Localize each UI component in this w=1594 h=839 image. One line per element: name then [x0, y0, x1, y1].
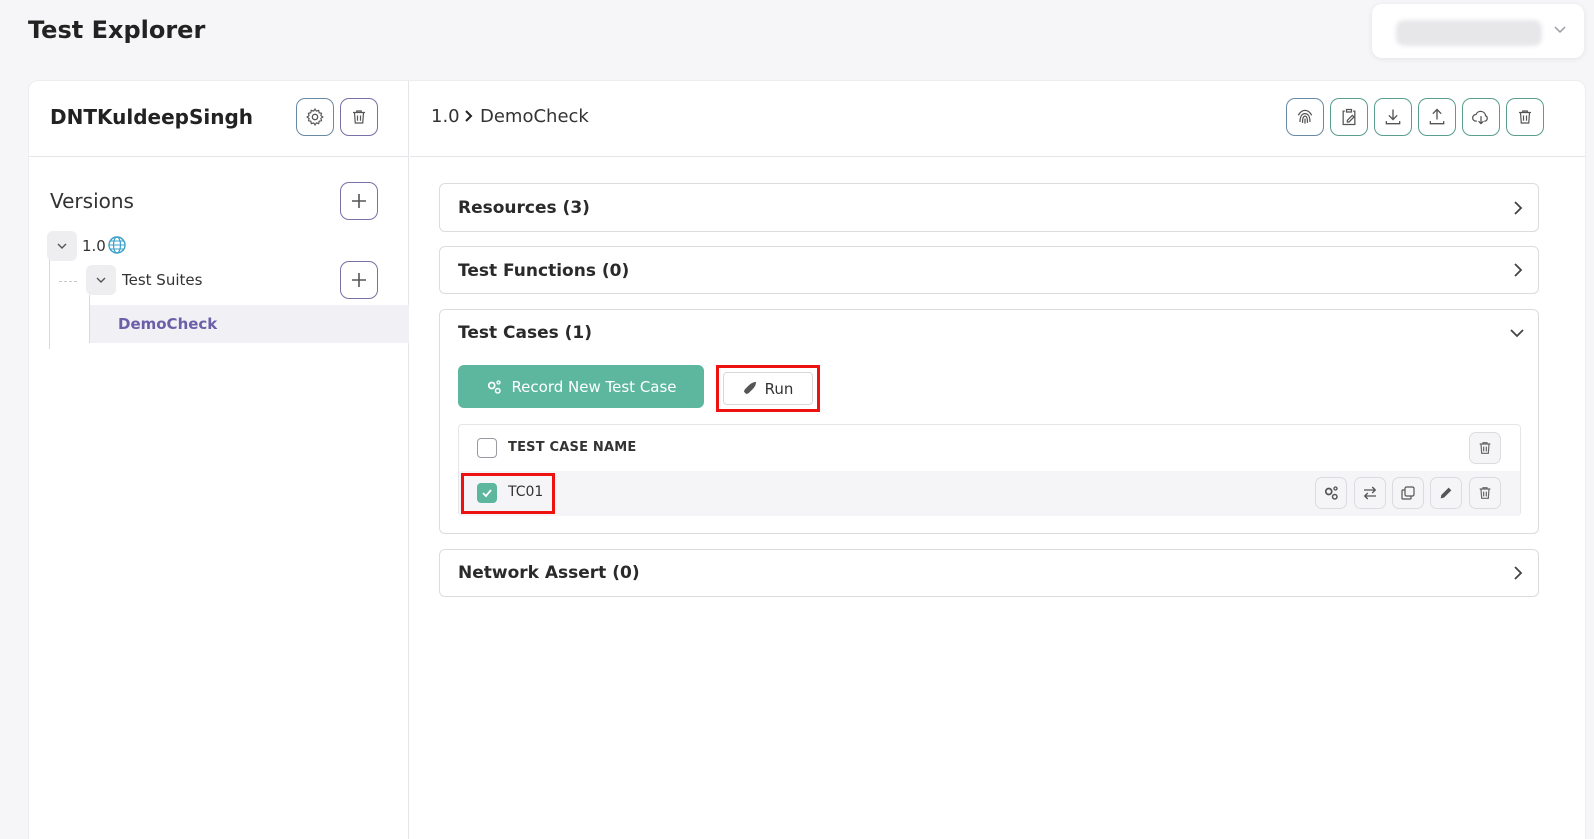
delete-test-case-button[interactable] — [1469, 477, 1501, 509]
edit-test-case-button[interactable] — [1430, 477, 1462, 509]
upload-button[interactable] — [1418, 98, 1456, 136]
cogs-icon — [1324, 486, 1338, 500]
project-header: DNTKuldeepSingh — [29, 81, 408, 157]
check-icon — [482, 489, 492, 498]
record-new-test-case-button[interactable]: Record New Test Case — [458, 365, 704, 408]
test-functions-accordion[interactable]: Test Functions (0) — [439, 246, 1539, 294]
test-case-name[interactable]: TC01 — [508, 484, 543, 500]
tree-guide-line — [49, 259, 50, 349]
user-name-redacted — [1396, 20, 1542, 46]
row-checkbox[interactable] — [477, 483, 497, 503]
project-settings-button[interactable] — [296, 98, 334, 136]
table-row[interactable]: TC01 — [459, 471, 1520, 516]
copy-icon — [1401, 486, 1415, 500]
version-collapse-toggle[interactable] — [47, 231, 77, 261]
fingerprint-icon — [1297, 109, 1313, 124]
page-title: Test Explorer — [28, 16, 206, 44]
delete-project-button[interactable] — [340, 98, 378, 136]
chevron-right-icon — [465, 110, 473, 122]
column-header-test-case-name: TEST CASE NAME — [508, 440, 637, 455]
tree-connector — [59, 281, 77, 282]
plus-icon — [352, 194, 366, 208]
gear-icon — [306, 108, 324, 126]
explorer-panel: DNTKuldeepSingh Versions 1.0 Test Suites — [28, 80, 1586, 839]
breadcrumb-suite: DemoCheck — [480, 106, 589, 127]
cloud-download-icon — [1472, 110, 1488, 125]
trash-icon — [1479, 487, 1491, 499]
cogs-icon — [488, 379, 502, 394]
plus-icon — [352, 273, 366, 287]
network-assert-title: Network Assert (0) — [458, 563, 640, 583]
cloud-download-button[interactable] — [1462, 98, 1500, 136]
content-header: 1.0 DemoCheck — [410, 81, 1585, 157]
upload-icon — [1429, 108, 1445, 125]
chevron-down-icon[interactable] — [1508, 325, 1526, 341]
delete-selected-button[interactable] — [1469, 432, 1501, 464]
trash-icon — [353, 110, 365, 124]
download-icon — [1385, 109, 1401, 125]
trash-icon — [1519, 110, 1531, 124]
suite-node-label[interactable]: DemoCheck — [118, 315, 217, 333]
chevron-down-icon — [96, 277, 106, 283]
user-menu-dropdown[interactable] — [1372, 4, 1584, 58]
duplicate-test-case-button[interactable] — [1392, 477, 1424, 509]
run-button-border — [723, 372, 813, 405]
test-functions-title: Test Functions (0) — [458, 261, 630, 281]
test-cases-table: TEST CASE NAME TC01 — [458, 424, 1521, 516]
clipboard-edit-icon — [1342, 108, 1356, 126]
trash-icon — [1479, 442, 1491, 454]
test-suites-node-label[interactable]: Test Suites — [122, 271, 202, 289]
select-all-checkbox[interactable] — [477, 438, 497, 458]
versions-label: Versions — [50, 189, 134, 213]
move-test-case-button[interactable] — [1354, 477, 1386, 509]
test-cases-accordion: Test Cases (1) Record New Test Case Run … — [439, 309, 1539, 534]
chevron-right-icon — [1514, 201, 1523, 215]
add-version-button[interactable] — [340, 182, 378, 220]
swap-icon — [1363, 486, 1377, 500]
pencil-icon — [1440, 487, 1452, 499]
version-node-label[interactable]: 1.0 — [82, 237, 106, 255]
test-case-settings-button[interactable] — [1315, 477, 1347, 509]
resources-title: Resources (3) — [458, 198, 590, 218]
chevron-right-icon — [1514, 566, 1523, 580]
edit-notes-button[interactable] — [1330, 98, 1368, 136]
record-button-label: Record New Test Case — [511, 377, 677, 396]
chevron-right-icon — [1514, 263, 1523, 277]
chevron-down-icon — [1554, 26, 1566, 34]
network-assert-accordion[interactable]: Network Assert (0) — [439, 549, 1539, 597]
run-button[interactable]: Run — [716, 365, 820, 412]
test-cases-title[interactable]: Test Cases (1) — [458, 323, 592, 343]
table-header: TEST CASE NAME — [459, 425, 1520, 471]
resources-accordion[interactable]: Resources (3) — [439, 183, 1539, 232]
download-button[interactable] — [1374, 98, 1412, 136]
fingerprint-button[interactable] — [1286, 98, 1324, 136]
add-test-suite-button[interactable] — [340, 261, 378, 299]
project-name: DNTKuldeepSingh — [50, 105, 254, 129]
test-suites-collapse-toggle[interactable] — [86, 265, 116, 295]
main-content: 1.0 DemoCheck Resources (3) Test Functio… — [410, 81, 1585, 839]
globe-icon — [108, 236, 126, 254]
left-sidebar: DNTKuldeepSingh Versions 1.0 Test Suites — [29, 81, 409, 839]
chevron-down-icon — [57, 243, 67, 249]
breadcrumb-version[interactable]: 1.0 — [431, 106, 460, 127]
delete-suite-button[interactable] — [1506, 98, 1544, 136]
